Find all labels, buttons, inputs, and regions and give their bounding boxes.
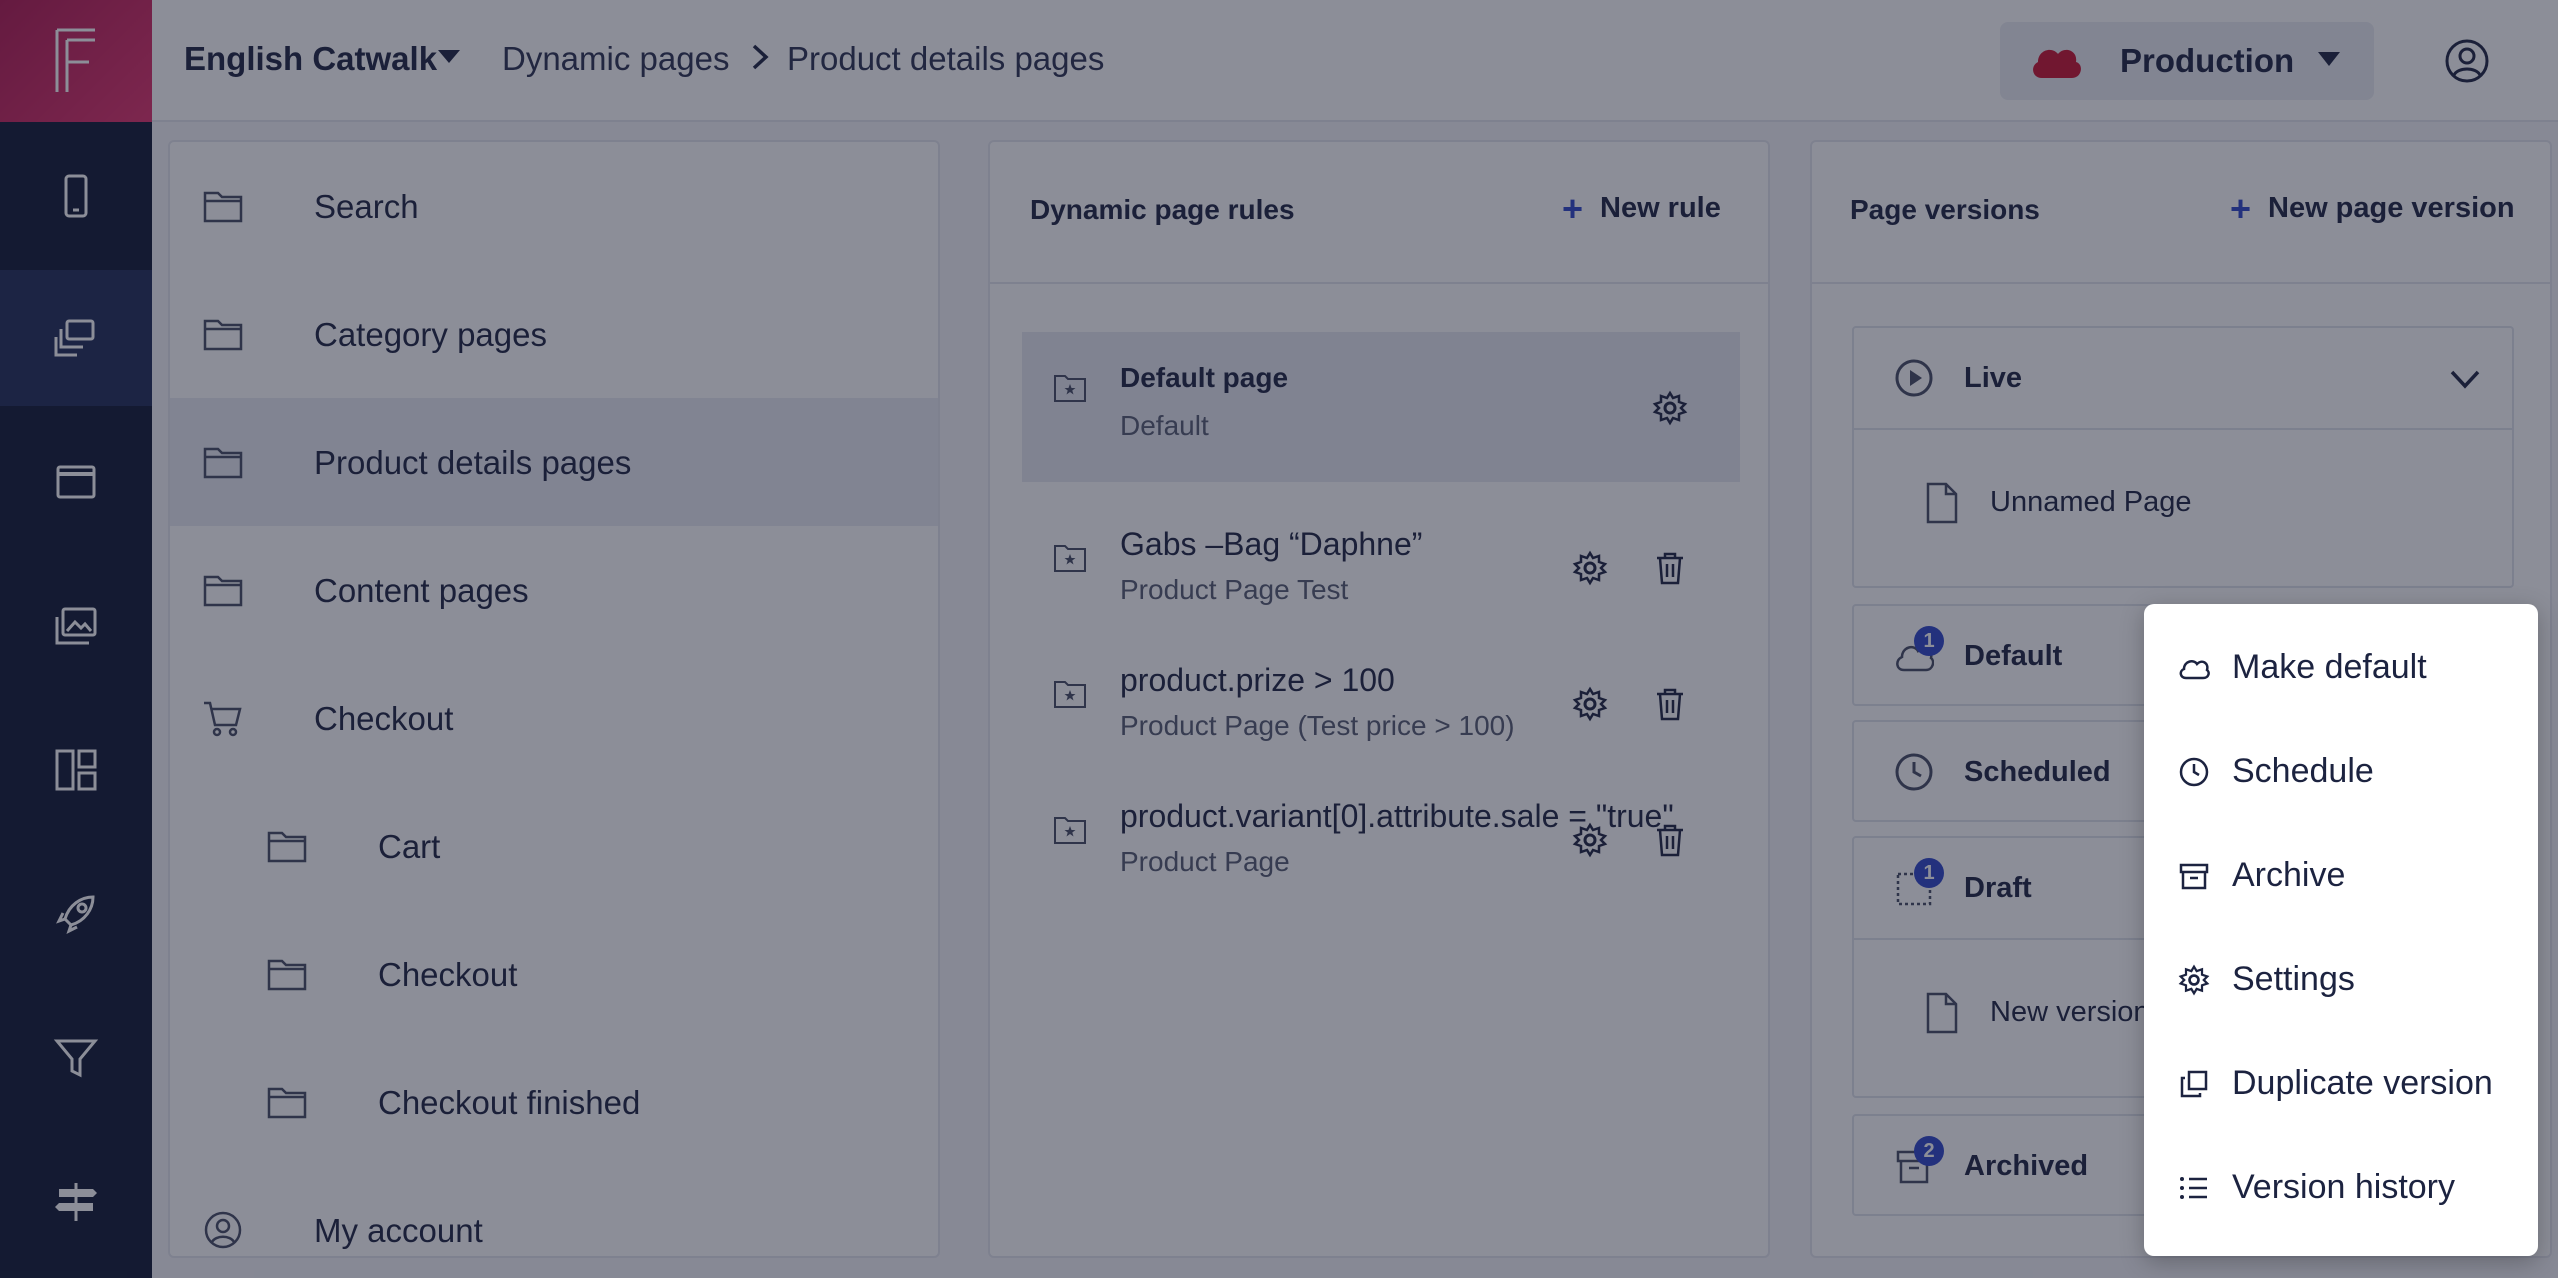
version-context-menu: Make default Schedule Archive Settings D…	[2144, 604, 2538, 1256]
list-icon	[2180, 1177, 2207, 1199]
menu-item-label: Version history	[2232, 1168, 2455, 1206]
gear-icon	[2178, 964, 2210, 996]
archive-icon	[2179, 863, 2209, 890]
menu-item-label: Archive	[2232, 856, 2346, 894]
menu-item-label: Settings	[2232, 960, 2355, 998]
cloud-icon	[2179, 660, 2210, 680]
menu-item-label: Schedule	[2232, 752, 2374, 790]
menu-item-version-history[interactable]: Version history	[2150, 1126, 2532, 1250]
menu-item-label: Make default	[2232, 648, 2427, 686]
menu-item-label: Duplicate version	[2232, 1064, 2493, 1102]
duplicate-icon	[2180, 1070, 2208, 1098]
clock-icon	[2179, 757, 2209, 787]
